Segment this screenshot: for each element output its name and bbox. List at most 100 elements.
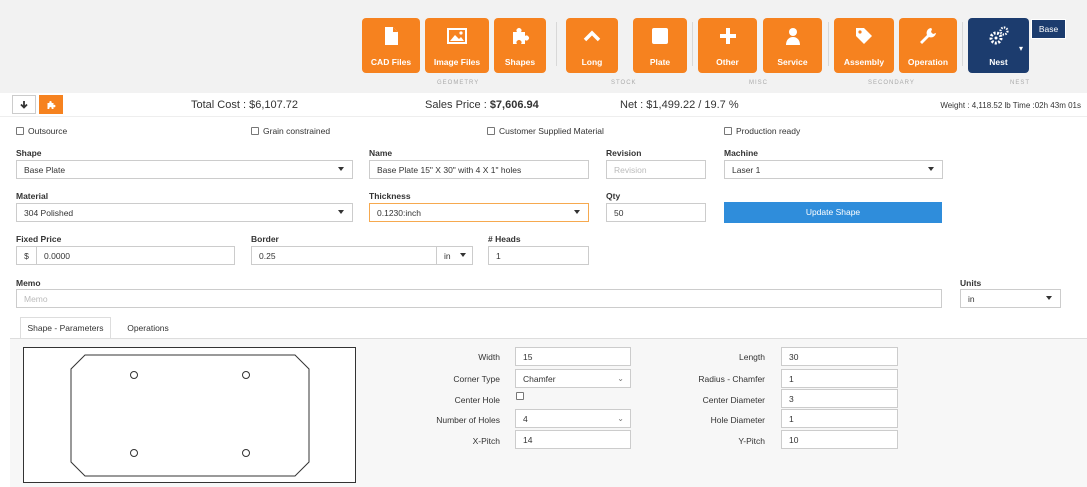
length-input[interactable]: 30 — [781, 347, 898, 366]
units-value: in — [968, 293, 975, 304]
shapes-button[interactable]: Shapes — [494, 18, 546, 73]
material-select[interactable]: 304 Polished — [16, 203, 353, 222]
fixed-price-label: Fixed Price — [16, 234, 62, 244]
y-pitch-input[interactable]: 10 — [781, 430, 898, 449]
border-unit-select[interactable]: in — [436, 246, 473, 265]
file-icon — [385, 27, 398, 45]
other-label: Other — [716, 57, 739, 67]
shapes-small-button[interactable] — [39, 95, 63, 114]
shape-value: Base Plate — [24, 164, 66, 175]
machine-label: Machine — [724, 148, 759, 158]
chevron-down-icon: ⌄ — [617, 374, 624, 383]
cad-files-button[interactable]: CAD Files — [362, 18, 420, 73]
machine-select[interactable]: Laser 1 — [724, 160, 943, 179]
shapes-label: Shapes — [504, 57, 536, 67]
chevron-down-icon: ⌄ — [617, 414, 624, 423]
sales-price-label: Sales Price : — [425, 99, 490, 111]
corner-type-value: Chamfer — [523, 373, 556, 384]
currency-prefix: $ — [17, 247, 37, 264]
outsource-checkbox[interactable]: Outsource — [16, 126, 67, 136]
gears-icon — [989, 26, 1009, 45]
grain-constrained-label: Grain constrained — [263, 126, 331, 136]
checkbox-box[interactable] — [487, 127, 495, 135]
production-ready-checkbox[interactable]: Production ready — [724, 126, 800, 136]
operation-label: Operation — [907, 57, 949, 67]
production-ready-label: Production ready — [736, 126, 801, 136]
shape-select[interactable]: Base Plate — [16, 160, 353, 179]
puzzle-icon — [47, 100, 56, 109]
width-input[interactable]: 15 — [515, 347, 631, 366]
width-label: Width — [478, 352, 500, 362]
memo-input[interactable]: Memo — [16, 289, 942, 308]
center-hole-checkbox[interactable] — [516, 392, 524, 400]
num-holes-label: Number of Holes — [436, 415, 500, 425]
radius-chamfer-input[interactable]: 1 — [781, 369, 898, 388]
tag-icon — [856, 28, 872, 44]
revision-input[interactable]: Revision — [606, 160, 706, 179]
checkbox-box[interactable] — [251, 127, 259, 135]
grain-constrained-checkbox[interactable]: Grain constrained — [251, 126, 330, 136]
image-files-button[interactable]: Image Files — [425, 18, 489, 73]
x-pitch-input[interactable]: 14 — [515, 430, 631, 449]
checkbox-box[interactable] — [16, 127, 24, 135]
name-input[interactable]: Base Plate 15" X 30" with 4 X 1" holes — [369, 160, 589, 179]
customer-material-checkbox[interactable]: Customer Supplied Material — [487, 126, 604, 136]
fixed-price-input[interactable]: $ 0.0000 — [16, 246, 235, 265]
thickness-value: 0.1230:inch — [377, 207, 421, 218]
weight-time: Weight : 4,118.52 lb Time :02h 43m 01s — [940, 101, 1081, 110]
sales-price-value: $7,606.94 — [489, 99, 539, 111]
group-label-secondary: SECONDARY — [868, 80, 915, 86]
heads-input[interactable]: 1 — [488, 246, 589, 265]
caret-down-icon — [460, 253, 466, 257]
operation-button[interactable]: Operation — [899, 18, 957, 73]
qty-input[interactable]: 50 — [606, 203, 706, 222]
y-pitch-label: Y-Pitch — [738, 436, 765, 446]
cad-files-label: CAD Files — [370, 57, 412, 67]
checkbox-box[interactable] — [724, 127, 732, 135]
memo-label: Memo — [16, 278, 41, 288]
hole-diameter-input[interactable]: 1 — [781, 409, 898, 428]
base-button[interactable]: Base — [1031, 19, 1066, 39]
num-holes-select[interactable]: 4 ⌄ — [515, 409, 631, 428]
tab-shape-parameters[interactable]: Shape - Parameters — [20, 317, 111, 339]
puzzle-icon — [513, 28, 529, 44]
length-label: Length — [739, 352, 765, 362]
update-shape-button[interactable]: Update Shape — [724, 202, 942, 223]
border-label: Border — [251, 234, 279, 244]
center-diameter-input[interactable]: 3 — [781, 389, 898, 408]
tab-operations[interactable]: Operations — [117, 317, 179, 339]
border-input[interactable]: 0.25 — [251, 246, 437, 265]
plate-label: Plate — [649, 57, 671, 67]
hole-icon — [130, 449, 138, 457]
shape-preview — [23, 347, 356, 483]
toolbar: CAD Files Image Files Shapes Long Plate … — [0, 0, 1087, 93]
caret-down-icon — [574, 210, 580, 214]
qty-label: Qty — [606, 191, 621, 201]
units-label: Units — [960, 278, 982, 288]
group-label-misc: MISC — [749, 80, 768, 86]
units-select[interactable]: in — [960, 289, 1061, 308]
image-icon — [447, 28, 467, 44]
num-holes-value: 4 — [523, 413, 528, 424]
corner-type-select[interactable]: Chamfer ⌄ — [515, 369, 631, 388]
service-button[interactable]: Service — [763, 18, 822, 73]
other-button[interactable]: Other — [698, 18, 757, 73]
long-label: Long — [581, 57, 603, 67]
separator — [828, 22, 829, 66]
hole-icon — [242, 449, 250, 457]
long-button[interactable]: Long — [566, 18, 618, 73]
thickness-select[interactable]: 0.1230:inch — [369, 203, 589, 222]
assembly-button[interactable]: Assembly — [834, 18, 894, 73]
fixed-price-value: 0.0000 — [44, 250, 70, 261]
revision-label: Revision — [606, 148, 642, 158]
cost-bar: Total Cost : $6,107.72 Sales Price : $7,… — [0, 93, 1087, 117]
caret-down-icon: ▾ — [1018, 44, 1023, 53]
plus-icon — [719, 28, 736, 44]
center-hole-label: Center Hole — [454, 395, 500, 405]
plate-button[interactable]: Plate — [633, 18, 687, 73]
hole-icon — [130, 371, 138, 379]
corner-type-label: Corner Type — [453, 374, 500, 384]
download-button[interactable] — [12, 95, 36, 114]
nest-button[interactable]: Nest ▾ — [968, 18, 1029, 73]
sales-price: Sales Price : $7,606.94 — [425, 99, 539, 111]
